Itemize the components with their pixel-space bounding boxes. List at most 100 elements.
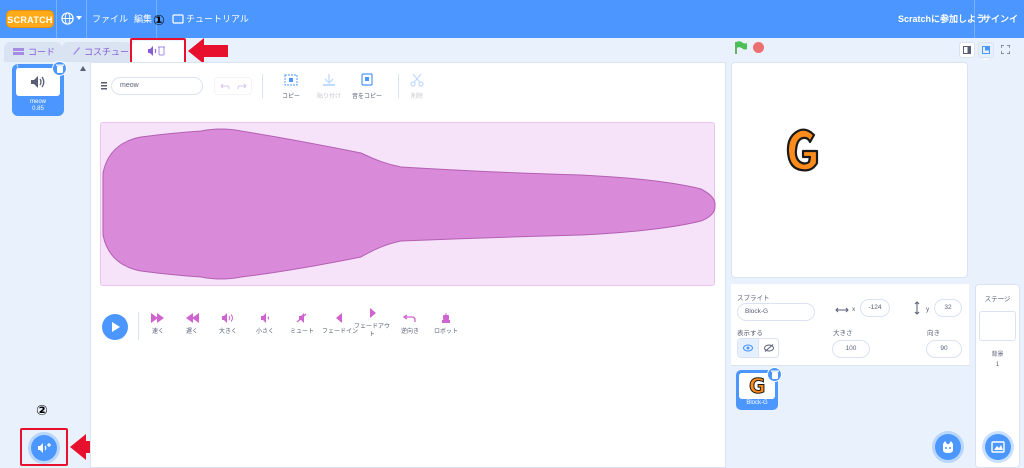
normal-stage-button[interactable] [978, 42, 994, 58]
stage[interactable] [731, 62, 968, 278]
robot-icon [442, 313, 450, 323]
sprite-item-name: Block-G [746, 400, 768, 406]
paste-button[interactable]: 貼り付け [310, 73, 348, 100]
eye-icon [743, 344, 753, 352]
menu-edit[interactable]: 編集 [134, 0, 152, 38]
menu-divider [974, 0, 975, 38]
stage-thumbnail[interactable] [979, 311, 1016, 341]
stop-icon[interactable] [753, 42, 764, 53]
show-button[interactable] [738, 339, 759, 357]
undo-redo-group [214, 77, 252, 95]
faster-icon [151, 313, 164, 323]
chevron-up-icon [80, 66, 86, 71]
effect-mute-button[interactable]: ミュート [282, 313, 322, 336]
copy-button[interactable]: コピー [272, 73, 310, 100]
sprite-block-g[interactable] [784, 125, 824, 175]
copy-to-new-button[interactable]: 音をコピー [348, 73, 386, 100]
small-stage-button[interactable] [959, 42, 975, 58]
effect-fade-out-button[interactable]: フェードアウト [353, 308, 391, 339]
stage-label: ステージ [984, 296, 1011, 303]
mute-icon [296, 313, 307, 323]
add-sound-button[interactable] [31, 435, 57, 461]
direction-input[interactable]: 90 [926, 340, 962, 358]
louder-icon [222, 313, 233, 323]
menu-divider [56, 0, 57, 38]
tab-code-label: コード [28, 47, 56, 57]
size-input[interactable]: 100 [832, 340, 870, 358]
softer-icon [261, 313, 269, 323]
backdrops-count: 1 [995, 362, 1000, 368]
hide-button[interactable] [759, 339, 778, 357]
undo-icon[interactable] [220, 83, 230, 90]
add-backdrop-button[interactable] [985, 434, 1011, 460]
scratch-logo[interactable]: SCRATCH [6, 10, 54, 28]
effect-reverse-label: 逆向き [400, 329, 419, 335]
scrollbar[interactable] [78, 62, 90, 468]
brush-icon [73, 47, 80, 55]
sprite-label: スプライト [737, 295, 770, 302]
red-arrow-icon [188, 38, 228, 64]
eye-slash-icon [764, 344, 774, 352]
x-input[interactable]: -124 [860, 299, 890, 317]
copy-icon [284, 74, 298, 86]
small-stage-icon [963, 46, 971, 54]
delete-label: 削除 [410, 94, 423, 100]
size-label: 大きさ [833, 330, 853, 337]
step-2-label: ② [36, 403, 48, 419]
delete-sound-button[interactable] [52, 61, 67, 76]
waveform-container[interactable] [100, 122, 716, 286]
visibility-toggle [737, 338, 779, 358]
effect-louder-button[interactable]: 大きく [208, 313, 248, 336]
sound-name-input[interactable]: meow [111, 77, 203, 95]
copy-to-new-label: 音をコピー [351, 94, 382, 100]
effect-mute-label: ミュート [289, 329, 314, 335]
sprite-name-input[interactable]: Block-G [737, 303, 815, 321]
sound-name-icon [101, 82, 107, 90]
toolbar-divider [262, 74, 263, 98]
tab-costumes[interactable]: コスチューム [62, 42, 132, 76]
add-sprite-button[interactable] [935, 434, 961, 460]
menu-file[interactable]: ファイル [92, 0, 128, 38]
backdrop-icon [991, 441, 1005, 453]
effect-slower-button[interactable]: 遅く [172, 313, 212, 336]
tutorials-icon [172, 14, 184, 24]
sound-item-name: meow [29, 99, 46, 105]
paste-icon [323, 74, 335, 86]
sound-item-duration: 0.85 [32, 106, 44, 112]
x-label: x [852, 306, 856, 313]
cat-icon [943, 441, 953, 453]
trash-icon [771, 370, 779, 379]
delete-sprite-button[interactable] [767, 367, 782, 382]
effect-softer-button[interactable]: 小さく [245, 313, 285, 336]
paste-label: 貼り付け [316, 94, 341, 100]
slower-icon [186, 313, 199, 323]
y-arrows-icon [914, 301, 920, 315]
tab-code[interactable]: コード [4, 42, 62, 62]
fade-out-icon [370, 308, 376, 318]
delete-button[interactable]: 削除 [398, 73, 436, 100]
effect-slower-label: 遅く [185, 329, 198, 335]
menu-tutorials[interactable]: チュートリアル [186, 0, 249, 38]
signin-link[interactable]: サインイン [982, 0, 1024, 62]
play-icon [112, 322, 120, 332]
effect-fade-out-label: フェードアウト [353, 324, 390, 338]
add-sound-icon [38, 443, 51, 453]
effect-reverse-button[interactable]: 逆向き [390, 313, 430, 336]
effect-louder-label: 大きく [218, 329, 237, 335]
menu-divider [86, 0, 87, 38]
y-label: y [926, 306, 930, 313]
step-1-label: ① [153, 13, 165, 29]
fullscreen-button[interactable] [998, 42, 1014, 58]
y-input[interactable]: 32 [934, 299, 962, 317]
speaker-icon [31, 76, 45, 88]
redo-icon[interactable] [237, 83, 247, 90]
globe-icon[interactable] [61, 12, 74, 25]
play-button[interactable] [102, 314, 128, 340]
effect-robot-label: ロボット [433, 329, 458, 335]
effect-softer-label: 小さく [255, 329, 274, 335]
fullscreen-icon [1001, 45, 1010, 54]
join-link[interactable]: Scratchに参加しよう [898, 0, 985, 38]
effect-robot-button[interactable]: ロボット [426, 313, 466, 336]
copy-to-new-icon [361, 73, 373, 86]
green-flag-icon[interactable] [734, 41, 748, 54]
